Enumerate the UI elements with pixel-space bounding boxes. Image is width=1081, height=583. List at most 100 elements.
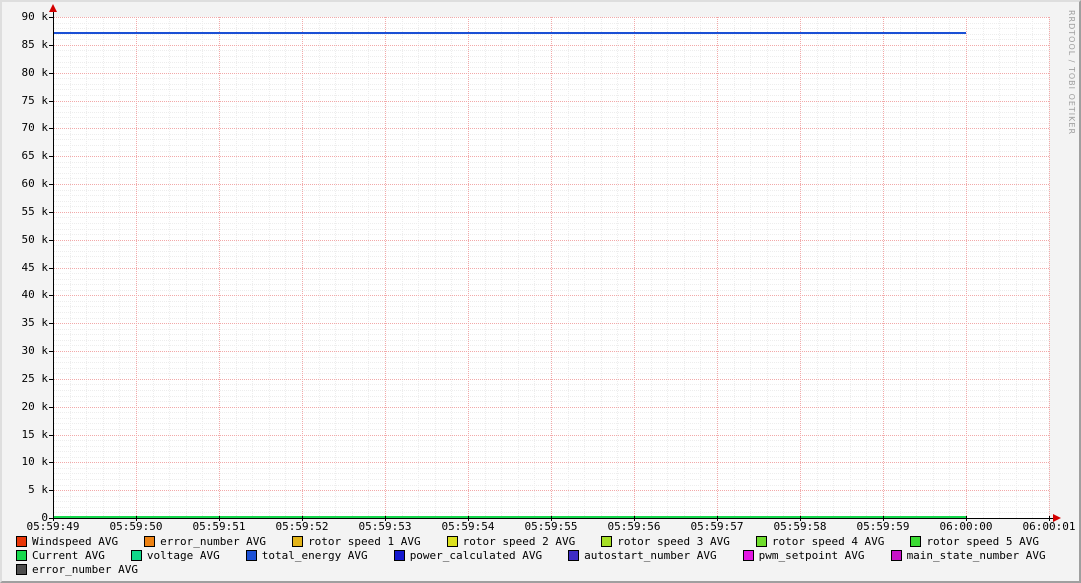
x-tick-label: 05:59:59 bbox=[856, 520, 910, 533]
x-tick-label: 05:59:54 bbox=[441, 520, 495, 533]
y-tick bbox=[49, 184, 53, 185]
legend-swatch bbox=[16, 549, 27, 561]
y-tick bbox=[49, 295, 53, 296]
legend-label: power_calculated AVG bbox=[409, 548, 543, 562]
legend-item: rotor speed 1 AVG bbox=[292, 535, 421, 548]
y-tick bbox=[49, 101, 53, 102]
x-tick-label: 05:59:58 bbox=[773, 520, 827, 533]
y-tick-label: 10 k bbox=[21, 455, 49, 468]
series-line-total_energy-AVG bbox=[53, 32, 966, 34]
y-tick-label: 50 k bbox=[21, 233, 49, 246]
legend-swatch bbox=[245, 549, 257, 561]
x-tick bbox=[551, 516, 552, 521]
y-tick-label: 65 k bbox=[21, 149, 49, 162]
y-tick-label: 90 k bbox=[21, 10, 49, 23]
y-tick bbox=[49, 156, 53, 157]
grid-major-v bbox=[136, 17, 137, 518]
y-tick bbox=[49, 462, 53, 463]
legend-label: Windspeed AVG bbox=[32, 534, 119, 548]
plot-area bbox=[53, 17, 1050, 518]
watermark: RRDTOOL / TOBI OETIKER bbox=[1067, 10, 1076, 136]
y-tick-label: 85 k bbox=[21, 38, 49, 51]
grid-major-v bbox=[468, 17, 469, 518]
legend-swatch bbox=[910, 535, 922, 547]
legend-swatch bbox=[742, 549, 754, 561]
x-tick bbox=[800, 516, 801, 521]
legend-item: Current AVG bbox=[16, 549, 105, 562]
y-tick-label: 45 k bbox=[21, 261, 49, 274]
y-tick bbox=[49, 240, 53, 241]
x-tick-label: 05:59:53 bbox=[358, 520, 412, 533]
grid-major-v bbox=[634, 17, 635, 518]
legend-label: rotor speed 2 AVG bbox=[462, 534, 576, 548]
grid-major-v bbox=[302, 17, 303, 518]
y-tick-label: 30 k bbox=[21, 344, 49, 357]
x-tick-label: 05:59:56 bbox=[607, 520, 661, 533]
legend-label: rotor speed 5 AVG bbox=[926, 534, 1040, 548]
y-tick-label: 80 k bbox=[21, 66, 49, 79]
x-tick bbox=[468, 516, 469, 521]
legend-swatch bbox=[890, 549, 902, 561]
y-tick bbox=[49, 435, 53, 436]
legend-label: rotor speed 4 AVG bbox=[771, 534, 885, 548]
y-tick bbox=[49, 268, 53, 269]
x-tick bbox=[53, 516, 54, 521]
grid-major-v bbox=[717, 17, 718, 518]
legend-label: total_energy AVG bbox=[261, 548, 368, 562]
legend-swatch bbox=[16, 535, 27, 547]
legend-label: rotor speed 1 AVG bbox=[308, 534, 421, 548]
rrdtool-graph: RRDTOOL / TOBI OETIKER Windspeed AVG erro… bbox=[0, 0, 1081, 583]
legend-swatch bbox=[446, 535, 458, 547]
x-tick-label: 05:59:51 bbox=[192, 520, 246, 533]
y-tick bbox=[49, 323, 53, 324]
legend-row: Windspeed AVG error_number AVG rotor speed… bbox=[16, 534, 1073, 548]
y-tick-label: 40 k bbox=[21, 288, 49, 301]
y-tick-label: 60 k bbox=[21, 177, 49, 190]
legend-swatch bbox=[16, 563, 27, 575]
y-tick bbox=[49, 379, 53, 380]
y-axis-arrow-icon bbox=[49, 4, 57, 12]
legend-item: autostart_number AVG bbox=[568, 549, 717, 562]
legend-item: rotor speed 2 AVG bbox=[446, 534, 576, 548]
legend-swatch bbox=[292, 535, 304, 547]
grid-major-v bbox=[1049, 17, 1050, 518]
y-tick bbox=[49, 128, 53, 129]
y-tick-label: 55 k bbox=[21, 205, 49, 218]
y-tick-label: 20 k bbox=[21, 400, 49, 413]
legend-label: rotor speed 3 AVG bbox=[617, 534, 730, 548]
legend-item: total_energy AVG bbox=[245, 548, 368, 562]
legend-swatch bbox=[393, 549, 405, 561]
grid-major-v bbox=[966, 17, 967, 518]
y-tick-label: 15 k bbox=[21, 428, 49, 441]
legend-item: error_number AVG bbox=[16, 563, 138, 576]
x-tick-label: 05:59:50 bbox=[109, 520, 163, 533]
legend-item: rotor speed 5 AVG bbox=[910, 535, 1039, 548]
y-tick bbox=[49, 73, 53, 74]
legend-label: error_number AVG bbox=[32, 562, 138, 576]
legend-item: rotor speed 4 AVG bbox=[755, 534, 885, 548]
y-tick bbox=[49, 17, 53, 18]
legend-item: rotor speed 3 AVG bbox=[601, 535, 730, 548]
legend-swatch bbox=[755, 535, 767, 547]
x-tick-label: 05:59:55 bbox=[524, 520, 578, 533]
grid-major-v bbox=[551, 17, 552, 518]
legend: Windspeed AVG error_number AVG rotor speed… bbox=[16, 534, 1073, 576]
y-tick-label: 75 k bbox=[21, 94, 49, 107]
y-tick bbox=[49, 212, 53, 213]
legend-swatch bbox=[601, 535, 613, 547]
grid-major-v bbox=[800, 17, 801, 518]
grid-major-v bbox=[385, 17, 386, 518]
x-tick bbox=[634, 516, 635, 521]
x-tick-label: 05:59:52 bbox=[275, 520, 329, 533]
legend-label: Current AVG bbox=[32, 548, 105, 562]
legend-item: voltage AVG bbox=[130, 548, 220, 562]
legend-label: main_state_number AVG bbox=[906, 548, 1046, 562]
legend-item: error_number AVG bbox=[144, 535, 266, 548]
x-tick-label: 06:00:00 bbox=[939, 520, 993, 533]
legend-item: power_calculated AVG bbox=[393, 548, 543, 562]
legend-label: voltage AVG bbox=[146, 548, 220, 562]
x-tick bbox=[1049, 516, 1050, 521]
y-tick-label: 35 k bbox=[21, 316, 49, 329]
y-tick-label: 70 k bbox=[21, 121, 49, 134]
legend-swatch bbox=[130, 549, 142, 561]
